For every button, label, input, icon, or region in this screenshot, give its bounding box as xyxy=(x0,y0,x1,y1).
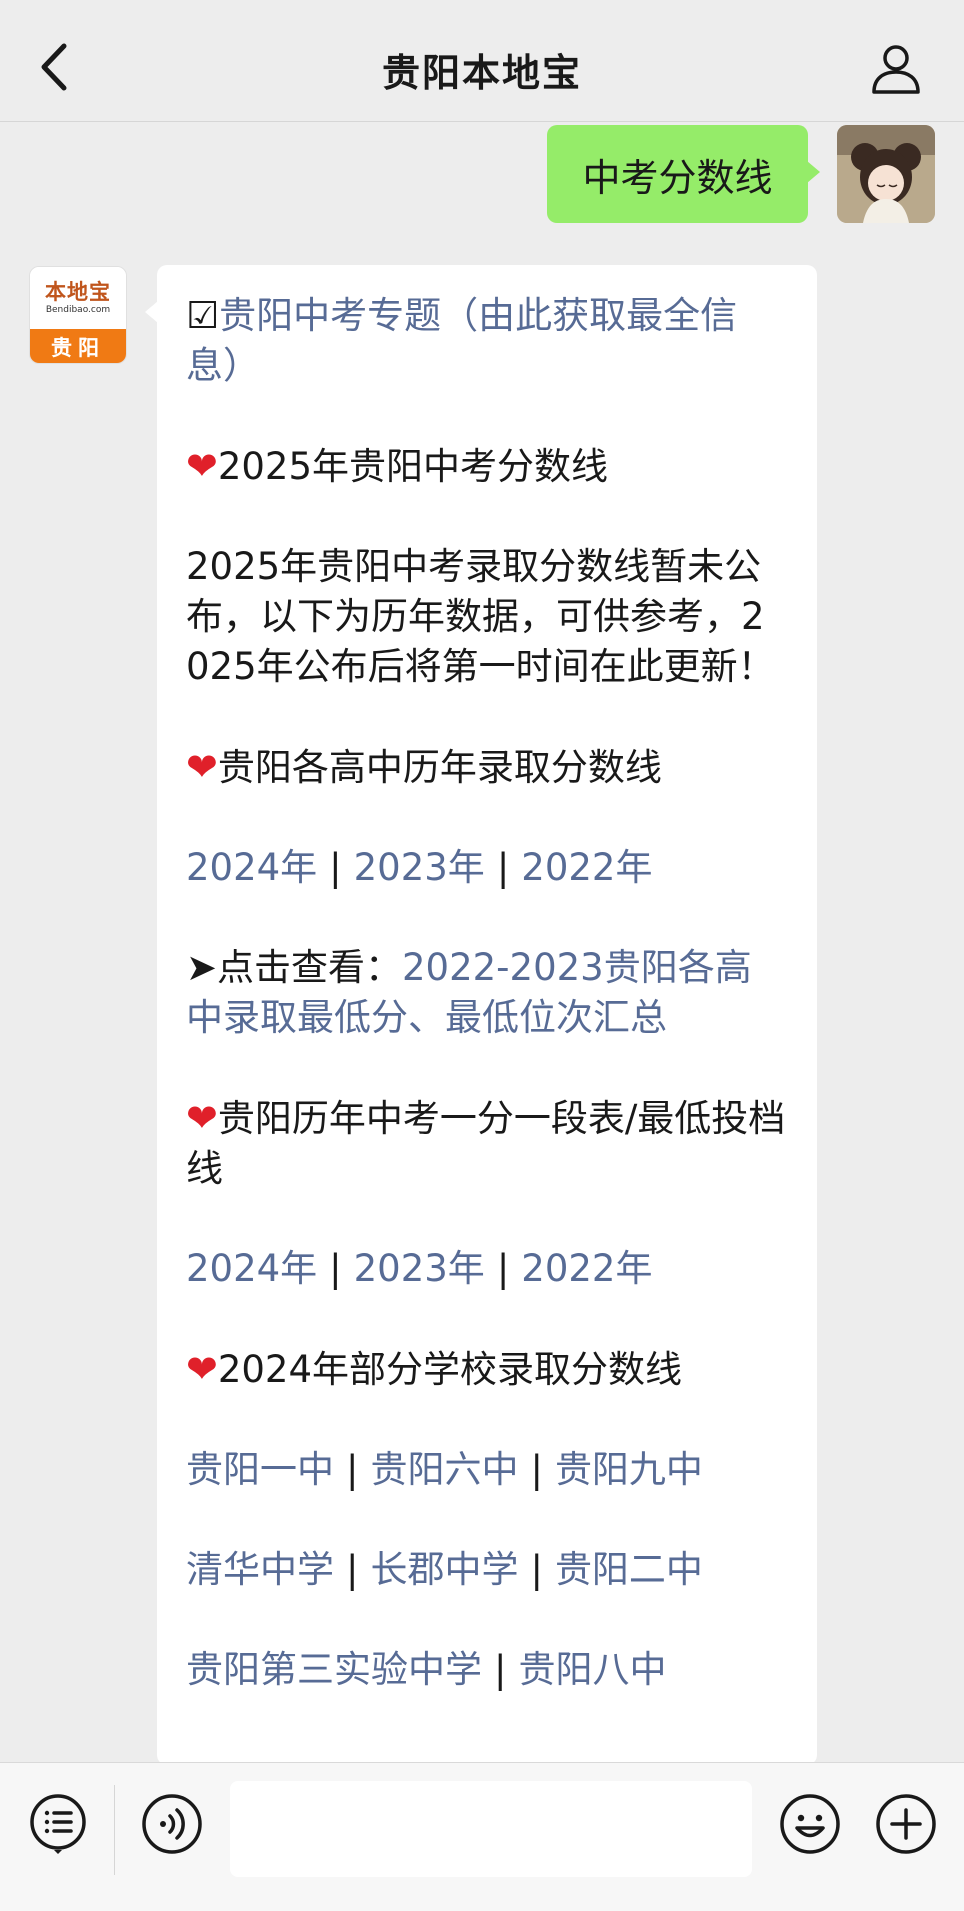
school-link[interactable]: 贵阳八中 xyxy=(518,1648,666,1691)
avatar-logo-text: 本地宝 xyxy=(45,280,111,304)
avatar-logo-area: 本地宝 Bendibao.com xyxy=(30,267,126,329)
checkbox-icon: ☑ xyxy=(186,294,220,337)
outgoing-message-bubble[interactable]: 中考分数线 xyxy=(547,125,820,223)
official-account-avatar[interactable]: 本地宝 Bendibao.com 贵阳 xyxy=(29,266,127,364)
user-avatar[interactable] xyxy=(837,125,935,223)
school-links-row: 贵阳一中 | 贵阳六中 | 贵阳九中 xyxy=(186,1445,787,1495)
section-heading-schools: ❤2024年部分学校录取分数线 xyxy=(186,1344,787,1395)
voice-icon[interactable] xyxy=(141,1793,203,1855)
separator: | xyxy=(496,1247,510,1290)
outgoing-message-text: 中考分数线 xyxy=(582,155,773,200)
plus-icon[interactable] xyxy=(875,1793,937,1855)
year-links-row: 2024年 | 2023年 | 2022年 xyxy=(186,843,787,893)
separator: | xyxy=(346,1448,359,1491)
input-bar xyxy=(0,1762,964,1911)
separator: | xyxy=(496,846,510,889)
heart-icon: ❤ xyxy=(186,1347,218,1391)
input-bar-divider xyxy=(114,1785,115,1875)
list-menu-icon[interactable] xyxy=(27,1793,89,1855)
school-link[interactable]: 清华中学 xyxy=(186,1548,334,1591)
year-link-2023[interactable]: 2023年 xyxy=(354,1247,485,1290)
school-links-row: 贵阳第三实验中学 | 贵阳八中 xyxy=(186,1645,787,1695)
avatar-city-label: 贵阳 xyxy=(30,329,126,363)
school-link[interactable]: 长郡中学 xyxy=(370,1548,518,1591)
chat-title: 贵阳本地宝 xyxy=(381,51,582,95)
user-avatar-image xyxy=(837,125,935,223)
emoji-icon[interactable] xyxy=(779,1793,841,1855)
heart-icon: ❤ xyxy=(186,1096,218,1140)
separator: | xyxy=(329,1247,342,1290)
heart-icon: ❤ xyxy=(186,444,218,488)
school-link[interactable]: 贵阳六中 xyxy=(370,1448,518,1491)
topic-link[interactable]: 贵阳中考专题（由此获取最全信息） xyxy=(186,294,737,387)
notice-paragraph: 2025年贵阳中考录取分数线暂未公布，以下为历年数据，可供参考，2025年公布后… xyxy=(186,545,775,688)
separator: | xyxy=(329,846,342,889)
section-heading-2025: ❤2025年贵阳中考分数线 xyxy=(186,441,787,492)
section-heading-text: 贵阳各高中历年录取分数线 xyxy=(217,746,662,789)
separator: | xyxy=(530,1548,543,1591)
year-link-2022[interactable]: 2022年 xyxy=(521,846,652,889)
school-link[interactable]: 贵阳九中 xyxy=(555,1448,703,1491)
school-links-row: 清华中学 | 长郡中学 | 贵阳二中 xyxy=(186,1545,787,1595)
message-input[interactable] xyxy=(230,1781,752,1877)
year-link-2022[interactable]: 2022年 xyxy=(521,1247,652,1290)
click-view-prefix: ➤点击查看： xyxy=(186,946,403,989)
year-link-2023[interactable]: 2023年 xyxy=(354,846,485,889)
section-heading-score-table: ❤贵阳历年中考一分一段表/最低投档线 xyxy=(186,1093,787,1194)
click-view-paragraph: ➤点击查看：2022-2023贵阳各高中录取最低分、最低位次汇总 xyxy=(186,943,787,1043)
separator: | xyxy=(530,1448,543,1491)
section-heading-text: 贵阳历年中考一分一段表/最低投档线 xyxy=(186,1097,786,1190)
separator: | xyxy=(494,1648,507,1691)
top-nav-bar: 贵阳本地宝 xyxy=(0,0,964,122)
school-link[interactable]: 贵阳第三实验中学 xyxy=(186,1648,482,1691)
topic-paragraph: ☑贵阳中考专题（由此获取最全信息） xyxy=(186,291,787,391)
incoming-message-bubble: ☑贵阳中考专题（由此获取最全信息） ❤2025年贵阳中考分数线 2025年贵阳中… xyxy=(145,265,817,1765)
person-icon[interactable] xyxy=(868,40,924,96)
section-heading-history: ❤贵阳各高中历年录取分数线 xyxy=(186,742,787,793)
section-heading-text: 2024年部分学校录取分数线 xyxy=(217,1348,683,1391)
school-link[interactable]: 贵阳一中 xyxy=(186,1448,334,1491)
year-link-2024[interactable]: 2024年 xyxy=(186,1247,317,1290)
avatar-logo-url: Bendibao.com xyxy=(45,305,111,315)
separator: | xyxy=(346,1548,359,1591)
year-links-row: 2024年 | 2023年 | 2022年 xyxy=(186,1244,787,1294)
section-heading-text: 2025年贵阳中考分数线 xyxy=(217,445,609,488)
year-link-2024[interactable]: 2024年 xyxy=(186,846,317,889)
heart-icon: ❤ xyxy=(186,745,218,789)
school-link[interactable]: 贵阳二中 xyxy=(555,1548,703,1591)
